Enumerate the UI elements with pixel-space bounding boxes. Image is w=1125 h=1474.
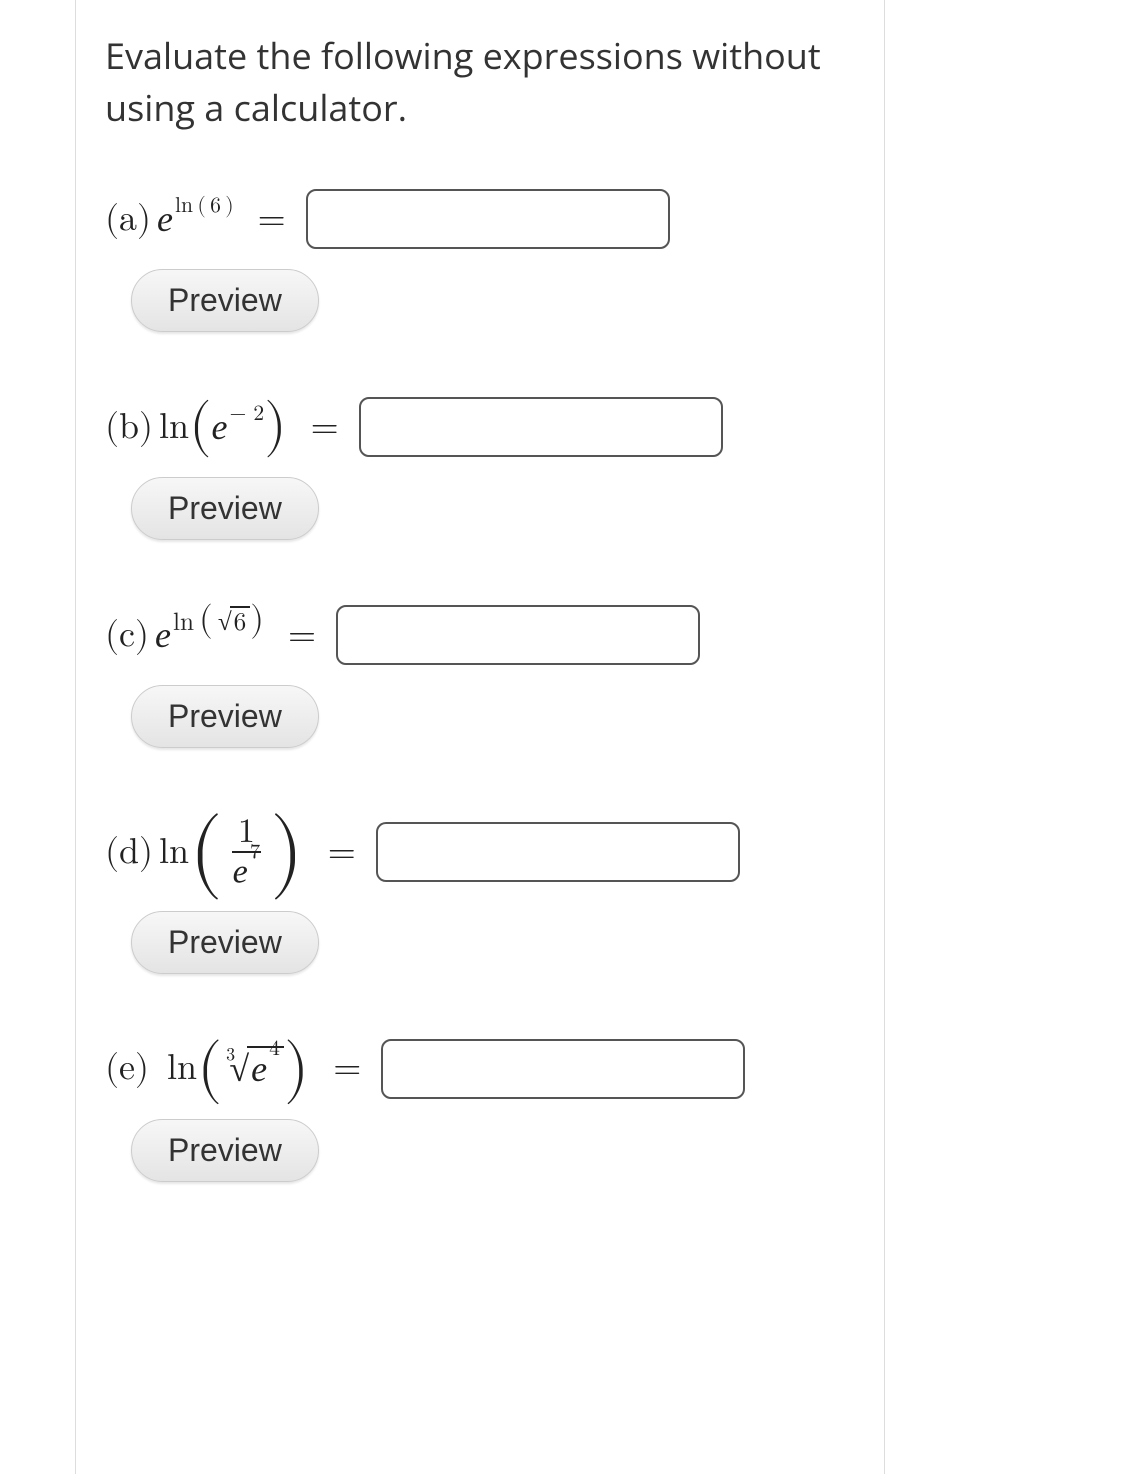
denominator: e7 <box>227 853 266 891</box>
part-d-answer-input[interactable] <box>376 822 740 882</box>
content-column: Evaluate the following expressions witho… <box>45 30 1095 1182</box>
part-e-row: (e) ln( 3e4) = <box>105 1039 1095 1099</box>
ln-text: ln <box>167 1047 197 1090</box>
close-paren: ) <box>225 196 233 217</box>
part-c-answer-input[interactable] <box>336 605 700 665</box>
exponent: 4 <box>269 1039 280 1060</box>
exp-arg: 6 <box>210 196 221 217</box>
radicand: 6 <box>230 606 251 638</box>
exponent: ln ( 6) <box>173 599 264 641</box>
part-d-label: (d) <box>105 831 153 874</box>
part-d-row: (d) ln ( 1 e7 ) = <box>105 813 1095 891</box>
math-e: e <box>157 198 173 240</box>
part-a-expression: (a) eln ( 6 ) <box>105 198 234 241</box>
close-paren: ) <box>250 602 264 637</box>
math-e: e <box>233 853 248 890</box>
exponent: − 2 <box>229 402 264 427</box>
ln-text: ln <box>175 196 193 217</box>
equals-sign: = <box>333 1047 361 1090</box>
exponent: 7 <box>250 841 260 862</box>
part-e-expression: (e) ln( 3e4) <box>105 1046 309 1092</box>
math-e: e <box>211 406 227 448</box>
part-a: (a) eln ( 6 ) = Preview <box>105 189 1095 332</box>
radicand: e4 <box>247 1046 284 1092</box>
part-b: (b) ln(e− 2) = Preview <box>105 397 1095 540</box>
part-a-answer-input[interactable] <box>306 189 670 249</box>
ln-text: ln <box>173 610 194 635</box>
part-e-answer-input[interactable] <box>381 1039 745 1099</box>
part-d-expression: (d) ln ( 1 e7 ) <box>105 813 304 891</box>
problem-page: Evaluate the following expressions witho… <box>0 0 1125 1474</box>
part-e-label: (e) <box>105 1047 149 1090</box>
ln-text: ln <box>159 406 189 449</box>
part-d-preview-button[interactable]: Preview <box>131 911 319 974</box>
ln-text: ln <box>159 831 189 874</box>
part-c-label: (c) <box>105 614 149 657</box>
equals-sign: = <box>288 614 316 657</box>
sqrt: 6 <box>218 606 250 638</box>
fraction: 1 e7 <box>227 813 266 891</box>
part-c: (c) eln ( 6) = Preview <box>105 605 1095 748</box>
equals-sign: = <box>311 406 339 449</box>
root-index: 3 <box>226 1044 235 1066</box>
open-paren: ( <box>199 602 213 637</box>
part-b-answer-input[interactable] <box>359 397 723 457</box>
part-b-expression: (b) ln(e− 2) <box>105 406 287 449</box>
part-c-preview-button[interactable]: Preview <box>131 685 319 748</box>
part-a-label: (a) <box>105 198 151 241</box>
part-a-preview-button[interactable]: Preview <box>131 269 319 332</box>
part-e: (e) ln( 3e4) = Preview <box>105 1039 1095 1182</box>
part-b-preview-button[interactable]: Preview <box>131 477 319 540</box>
part-a-row: (a) eln ( 6 ) = <box>105 189 1095 249</box>
open-paren: ( <box>197 196 205 217</box>
part-c-expression: (c) eln ( 6) <box>105 614 264 657</box>
part-c-row: (c) eln ( 6) = <box>105 605 1095 665</box>
equals-sign: = <box>258 198 286 241</box>
part-b-row: (b) ln(e− 2) = <box>105 397 1095 457</box>
cube-root: 3 e4 <box>229 1046 284 1092</box>
part-d: (d) ln ( 1 e7 ) = Preview <box>105 813 1095 974</box>
part-b-label: (b) <box>105 406 153 449</box>
equals-sign: = <box>328 831 356 874</box>
exponent: ln ( 6 ) <box>175 194 234 219</box>
math-e: e <box>155 614 171 656</box>
math-e: e <box>251 1049 267 1089</box>
part-e-preview-button[interactable]: Preview <box>131 1119 319 1182</box>
question-prompt: Evaluate the following expressions witho… <box>105 30 1095 134</box>
